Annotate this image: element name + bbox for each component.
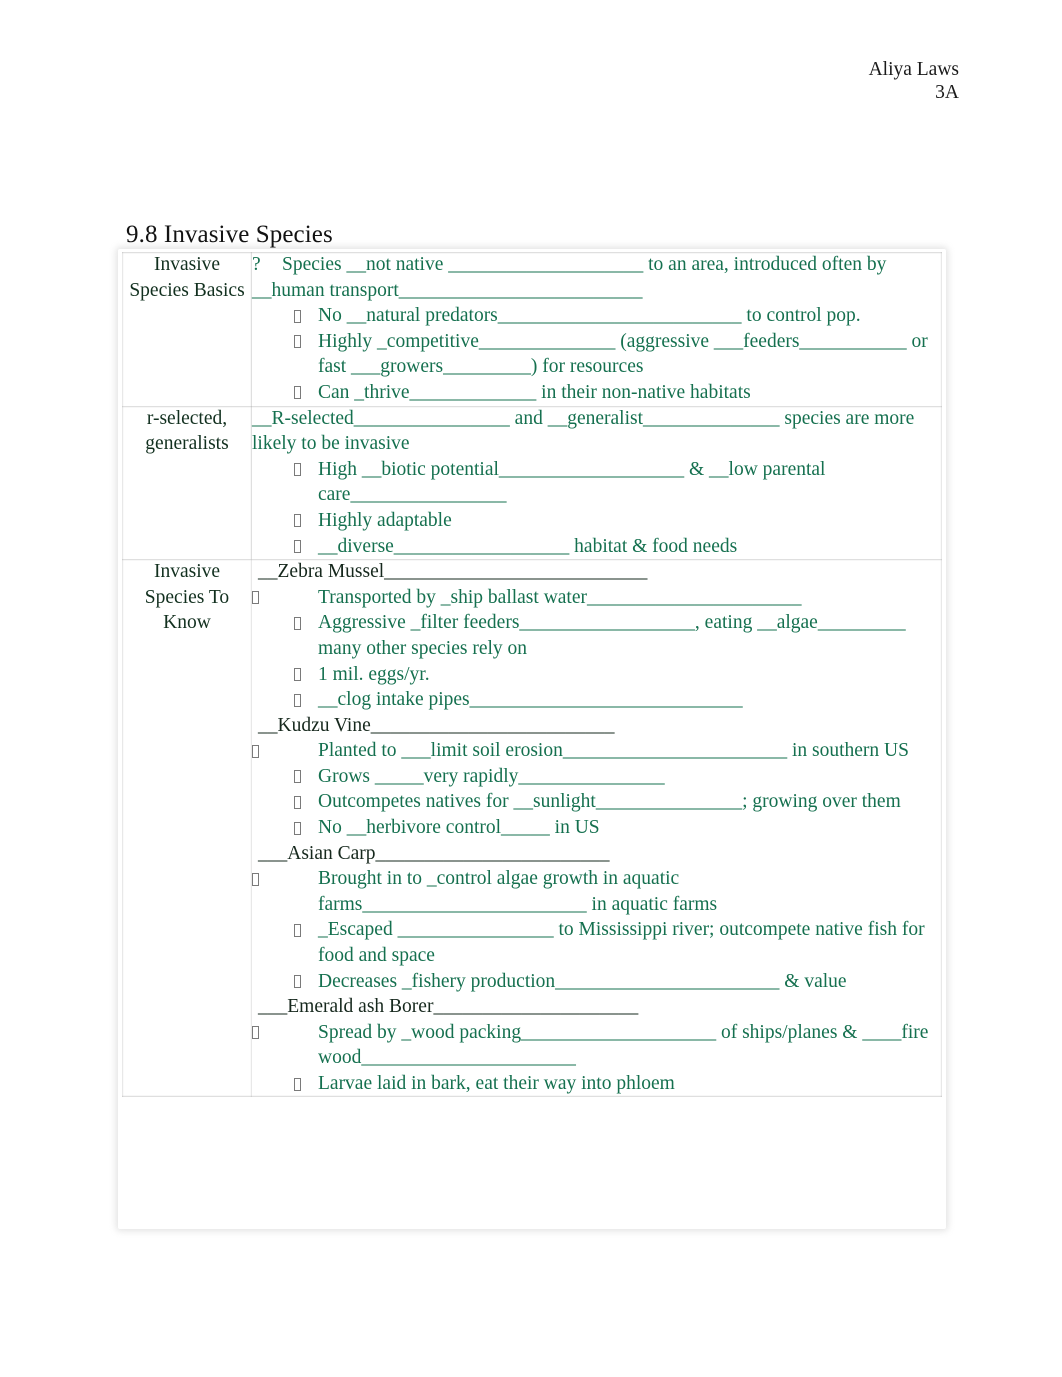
row-content-invasive-species-to-know: __Zebra Mussel__________________________… (252, 559, 942, 1097)
lead-paragraph: __R-selected________________ and __gener… (252, 407, 915, 455)
lead-text: Species __not native ___________________… (252, 254, 887, 301)
table-row: r-selected, generalists __R-selected____… (122, 405, 942, 560)
row-label-invasive-species-basics: Invasive Species Basics (122, 252, 252, 406)
list-item: Grows _____very rapidly_______________ (252, 764, 942, 790)
header-section: 3A (935, 82, 959, 103)
document-header: Aliya Laws 3A (869, 58, 959, 104)
notes-table: Invasive Species Basics ? Species __not n… (122, 252, 942, 1097)
row-label-invasive-species-to-know: Invasive Species To Know (122, 559, 252, 1097)
species-heading-asian-carp: ___Asian Carp________________________ (258, 842, 610, 864)
list-item: Planted to ___limit soil erosion________… (252, 738, 942, 764)
list-item: No __natural predators__________________… (252, 303, 942, 329)
list-item: Outcompetes natives for __sunlight______… (252, 789, 942, 815)
list-item: Highly _competitive______________ (aggre… (252, 329, 942, 380)
list-item: _Escaped ________________ to Mississippi… (252, 917, 942, 968)
list-item: Spread by _wood packing_________________… (252, 1020, 942, 1071)
lead-paragraph: ? Species __not native __________________… (252, 252, 942, 303)
list-item: Larvae laid in bark, eat their way into … (252, 1071, 942, 1097)
list-item: Decreases _fishery production___________… (252, 969, 942, 995)
species-heading-emerald-ash-borer: ___Emerald ash Borer____________________… (258, 996, 639, 1018)
species-heading-zebra-mussel: __Zebra Mussel__________________________… (258, 561, 648, 583)
list-item: __clog intake pipes_____________________… (252, 687, 942, 713)
list-item: High __biotic potential_________________… (252, 457, 942, 508)
row-content-invasive-species-basics: ? Species __not native __________________… (252, 252, 942, 406)
bullet-list-emerald-ash-borer: Spread by _wood packing_________________… (252, 1020, 942, 1097)
question-marker: ? (252, 254, 261, 275)
bullet-list-kudzu-vine: Planted to ___limit soil erosion________… (252, 738, 942, 840)
table-row: Invasive Species To Know __Zebra Mussel_… (122, 559, 942, 1097)
list-item: Highly adaptable (252, 508, 942, 534)
document-page: Aliya Laws 3A 9.8 Invasive Species Invas… (0, 0, 1062, 1377)
bullet-list-zebra-mussel: Transported by _ship ballast water______… (252, 585, 942, 713)
list-item: Aggressive _filter feeders______________… (252, 610, 942, 661)
page-title: 9.8 Invasive Species (126, 221, 333, 248)
list-item: No __herbivore control_____ in US (252, 815, 942, 841)
list-item: __diverse__________________ habitat & fo… (252, 534, 942, 560)
list-item: 1 mil. eggs/yr. (252, 662, 942, 688)
bullet-list-asian-carp: Brought in to _control algae growth in a… (252, 866, 942, 994)
species-heading-kudzu-vine: __Kudzu Vine_________________________ (258, 714, 615, 736)
row-label-r-selected-generalists: r-selected, generalists (122, 405, 252, 560)
bullet-list: High __biotic potential_________________… (252, 457, 942, 559)
bullet-list: No __natural predators__________________… (252, 303, 942, 405)
header-student-name: Aliya Laws (868, 59, 959, 80)
list-item: Transported by _ship ballast water______… (252, 585, 942, 611)
table-row: Invasive Species Basics ? Species __not n… (122, 252, 942, 406)
row-content-r-selected-generalists: __R-selected________________ and __gener… (252, 405, 942, 560)
list-item: Can _thrive_____________ in their non-na… (252, 380, 942, 406)
list-item: Brought in to _control algae growth in a… (252, 866, 942, 917)
